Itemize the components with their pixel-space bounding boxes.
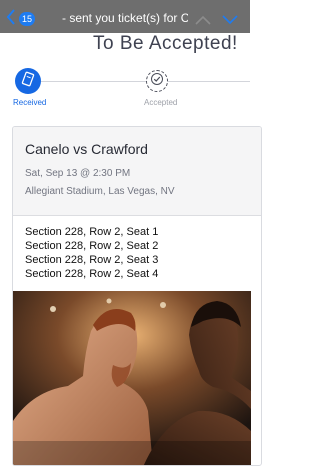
event-photo xyxy=(13,291,251,465)
message-count-badge[interactable]: 15 xyxy=(19,12,36,26)
check-circle-icon xyxy=(150,72,164,91)
progress-line xyxy=(40,81,250,82)
seat-list: Section 228, Row 2, Seat 1 Section 228, … xyxy=(25,225,158,281)
step-label-received: Received xyxy=(13,98,47,107)
chevron-up-icon[interactable] xyxy=(195,12,211,30)
event-date: Sat, Sep 13 @ 2:30 PM xyxy=(25,168,131,179)
nav-title: - sent you ticket(s) for Ca... xyxy=(62,11,188,25)
seat-item: Section 228, Row 2, Seat 1 xyxy=(25,226,159,238)
event-venue: Allegiant Stadium, Las Vegas, NV xyxy=(25,186,175,197)
step-received xyxy=(15,68,41,94)
event-info: Canelo vs Crawford Sat, Sep 13 @ 2:30 PM… xyxy=(13,127,261,216)
step-accepted xyxy=(146,70,168,92)
seat-item: Section 228, Row 2, Seat 3 xyxy=(25,254,159,266)
ticket-card: Canelo vs Crawford Sat, Sep 13 @ 2:30 PM… xyxy=(12,126,262,466)
mail-nav-bar: 15 - sent you ticket(s) for Ca... xyxy=(0,0,250,33)
step-label-accepted: Accepted xyxy=(144,98,178,107)
chevron-down-icon[interactable] xyxy=(222,12,238,30)
seat-item: Section 228, Row 2, Seat 4 xyxy=(25,268,159,280)
seat-item: Section 228, Row 2, Seat 2 xyxy=(25,240,159,252)
ticket-icon xyxy=(21,71,35,92)
back-chevron-icon[interactable] xyxy=(6,9,16,30)
event-title: Canelo vs Crawford xyxy=(25,141,148,157)
page-heading: To Be Accepted! xyxy=(93,33,238,54)
